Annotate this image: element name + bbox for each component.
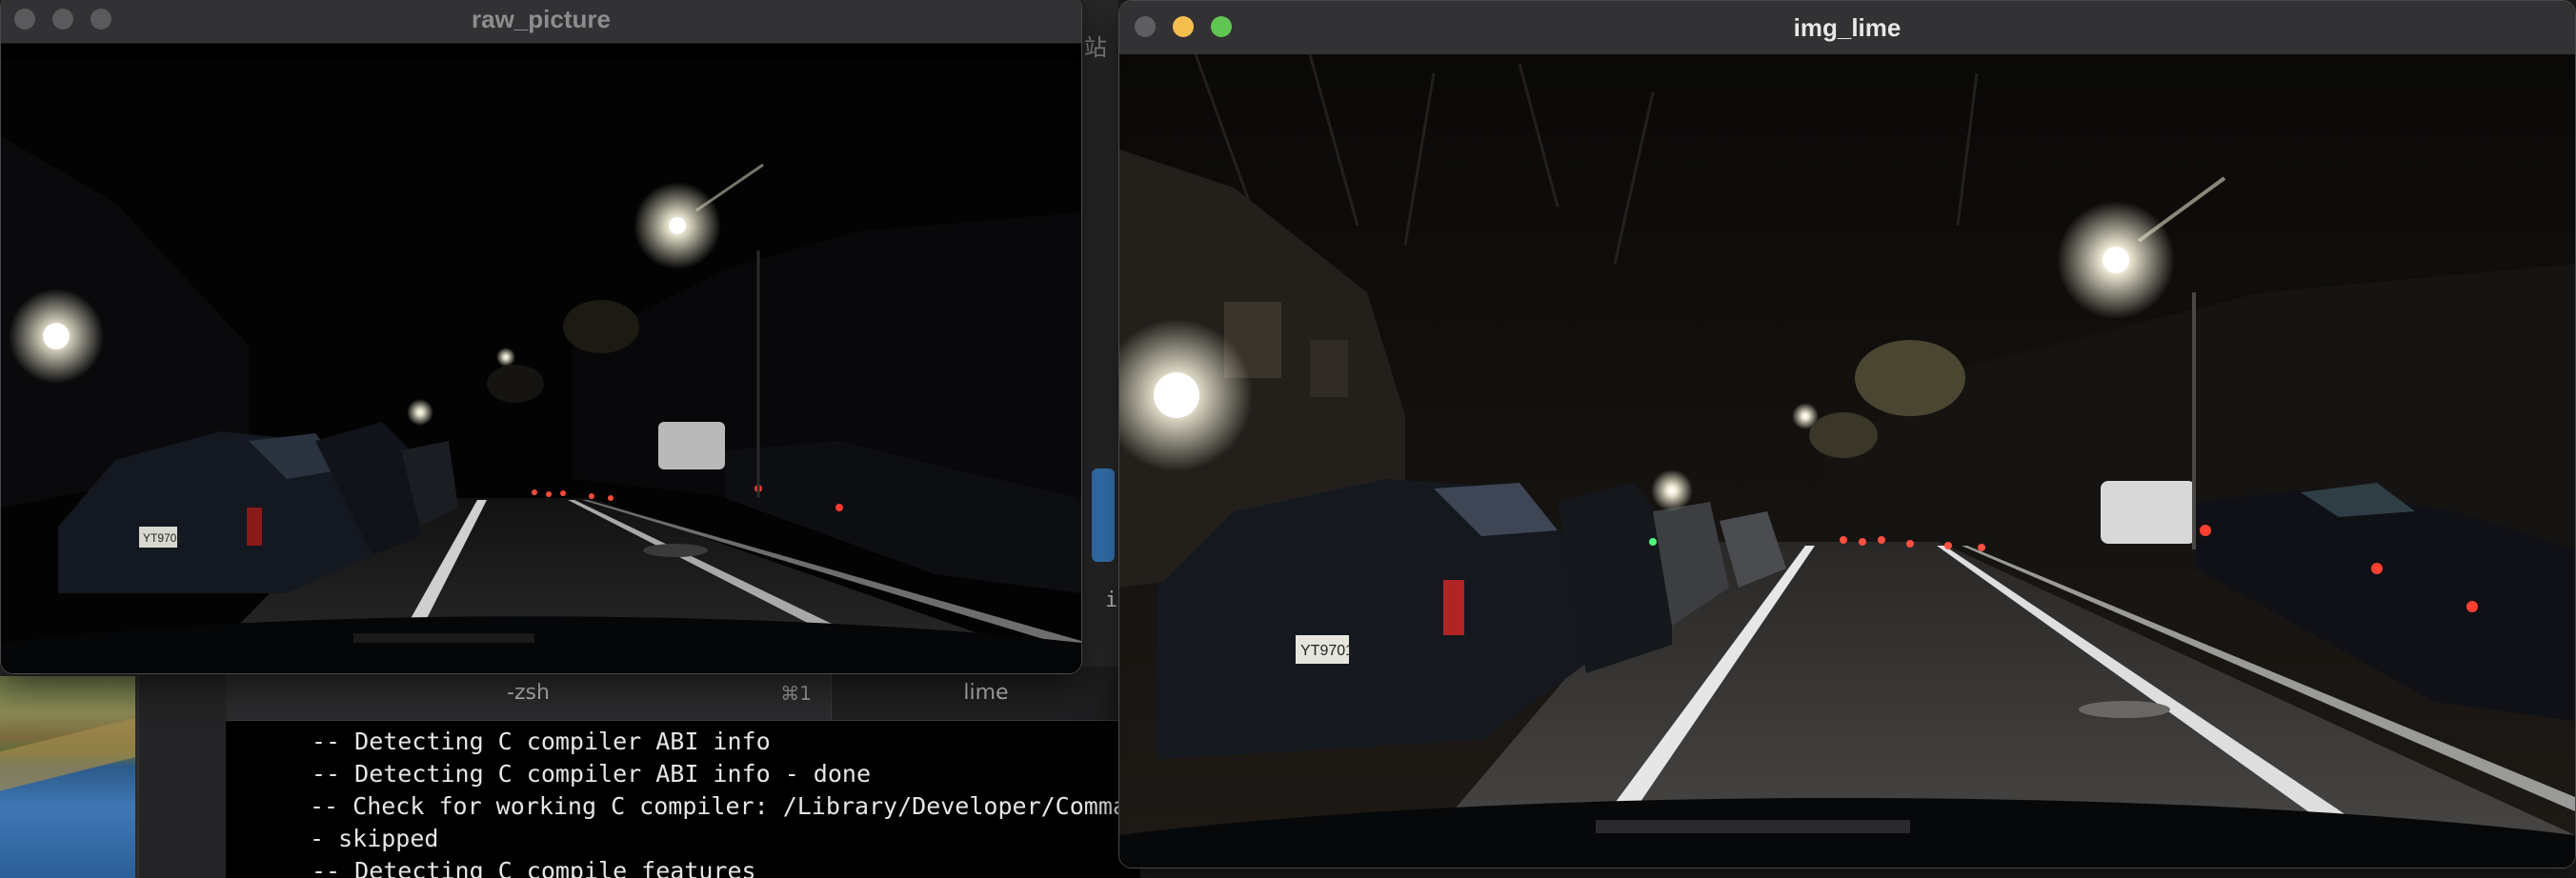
terminal-window: -zsh ⌘1 lime -- Detecting C compiler ABI… (226, 667, 1140, 878)
window-titlebar[interactable]: raw_picture (1, 0, 1081, 44)
app-sidebar (138, 667, 227, 878)
img-lime-window: img_lime YT9701 (1118, 0, 2576, 868)
background-app-text: 站 (1084, 34, 1107, 61)
background-app-button[interactable] (1092, 469, 1115, 562)
terminal-line: -- Check for working C compiler: /Librar… (310, 792, 1140, 820)
terminal-tab-lime[interactable]: lime (832, 667, 1140, 720)
terminal-line: - skipped (310, 825, 439, 852)
terminal-line: -- Detecting C compile features (312, 857, 756, 878)
window-title: raw_picture (472, 5, 611, 33)
terminal-tab-label: -zsh (507, 681, 550, 705)
terminal-tab-bar: -zsh ⌘1 lime (226, 667, 1140, 721)
window-title: img_lime (1793, 13, 1902, 42)
license-plate: YT9701 (1300, 643, 1354, 659)
background-app-letter: i (1105, 589, 1118, 612)
terminal-line: -- Detecting C compiler ABI info (312, 728, 771, 755)
background-app-edge (1082, 0, 1118, 667)
terminal-tab-label: lime (963, 681, 1009, 705)
wallpaper-thumbnail (0, 676, 135, 878)
terminal-tab-shortcut: ⌘1 (780, 682, 812, 705)
raw-night-street-image: YT9701 (1, 60, 1081, 673)
raw-picture-window: raw_picture YT9701 (0, 0, 1082, 674)
terminal-line: -- Detecting C compiler ABI info - done (312, 760, 871, 788)
license-plate: YT9701 (143, 531, 183, 545)
window-titlebar[interactable]: img_lime (1119, 1, 2575, 55)
terminal-tab-zsh[interactable]: -zsh ⌘1 (226, 667, 832, 720)
enhanced-night-street-image: YT9701 (1119, 54, 2575, 868)
terminal-output[interactable]: -- Detecting C compiler ABI info -- Dete… (226, 720, 1140, 878)
